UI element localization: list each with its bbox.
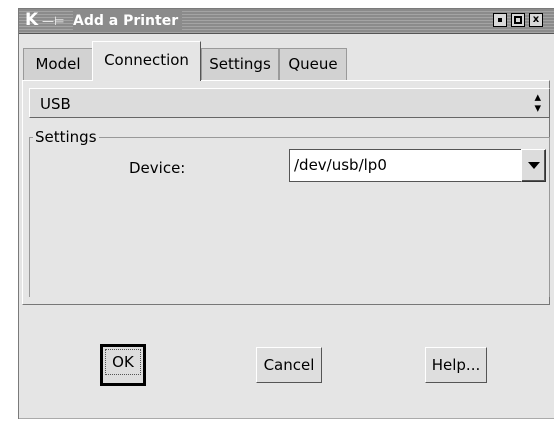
chevron-down-icon bbox=[528, 162, 540, 169]
tab-label: Queue bbox=[288, 55, 338, 73]
help-button[interactable]: Help... bbox=[425, 347, 487, 383]
tab-queue[interactable]: Queue bbox=[279, 48, 347, 80]
cancel-button[interactable]: Cancel bbox=[256, 347, 322, 383]
title-bar[interactable]: K —⊨ Add a Printer x bbox=[19, 9, 554, 34]
device-dropdown-button[interactable] bbox=[521, 149, 546, 182]
tab-model[interactable]: Model bbox=[23, 48, 93, 80]
tab-label: Connection bbox=[104, 51, 189, 69]
tab-label: Settings bbox=[209, 55, 271, 73]
updown-arrows-icon: ▴ ▾ bbox=[534, 90, 541, 116]
tab-connection[interactable]: Connection bbox=[92, 41, 201, 81]
cancel-button-label: Cancel bbox=[263, 356, 315, 374]
connection-type-value: USB bbox=[40, 95, 71, 113]
device-combo-input[interactable]: /dev/usb/lp0 bbox=[289, 149, 521, 182]
window-title: Add a Printer bbox=[73, 11, 183, 31]
tab-settings[interactable]: Settings bbox=[201, 48, 279, 80]
settings-group-title: Settings bbox=[33, 126, 99, 148]
pin-icon[interactable]: —⊨ bbox=[42, 12, 64, 30]
maximize-icon bbox=[514, 16, 522, 24]
device-value: /dev/usb/lp0 bbox=[294, 156, 387, 174]
close-button[interactable]: x bbox=[529, 13, 543, 27]
help-button-label: Help... bbox=[431, 356, 481, 374]
minimize-button[interactable] bbox=[493, 13, 507, 27]
add-printer-dialog: K —⊨ Add a Printer x Model Connection Se… bbox=[18, 8, 554, 419]
k-icon[interactable]: K bbox=[25, 10, 41, 30]
connection-type-select[interactable]: USB ▴ ▾ bbox=[29, 88, 550, 118]
ok-button[interactable]: OK bbox=[100, 344, 146, 386]
maximize-button[interactable] bbox=[511, 13, 525, 27]
minimize-icon bbox=[498, 18, 502, 22]
device-label: Device: bbox=[129, 159, 186, 177]
ok-button-label: OK bbox=[112, 353, 134, 371]
tab-label: Model bbox=[35, 55, 81, 73]
close-icon: x bbox=[532, 14, 540, 25]
